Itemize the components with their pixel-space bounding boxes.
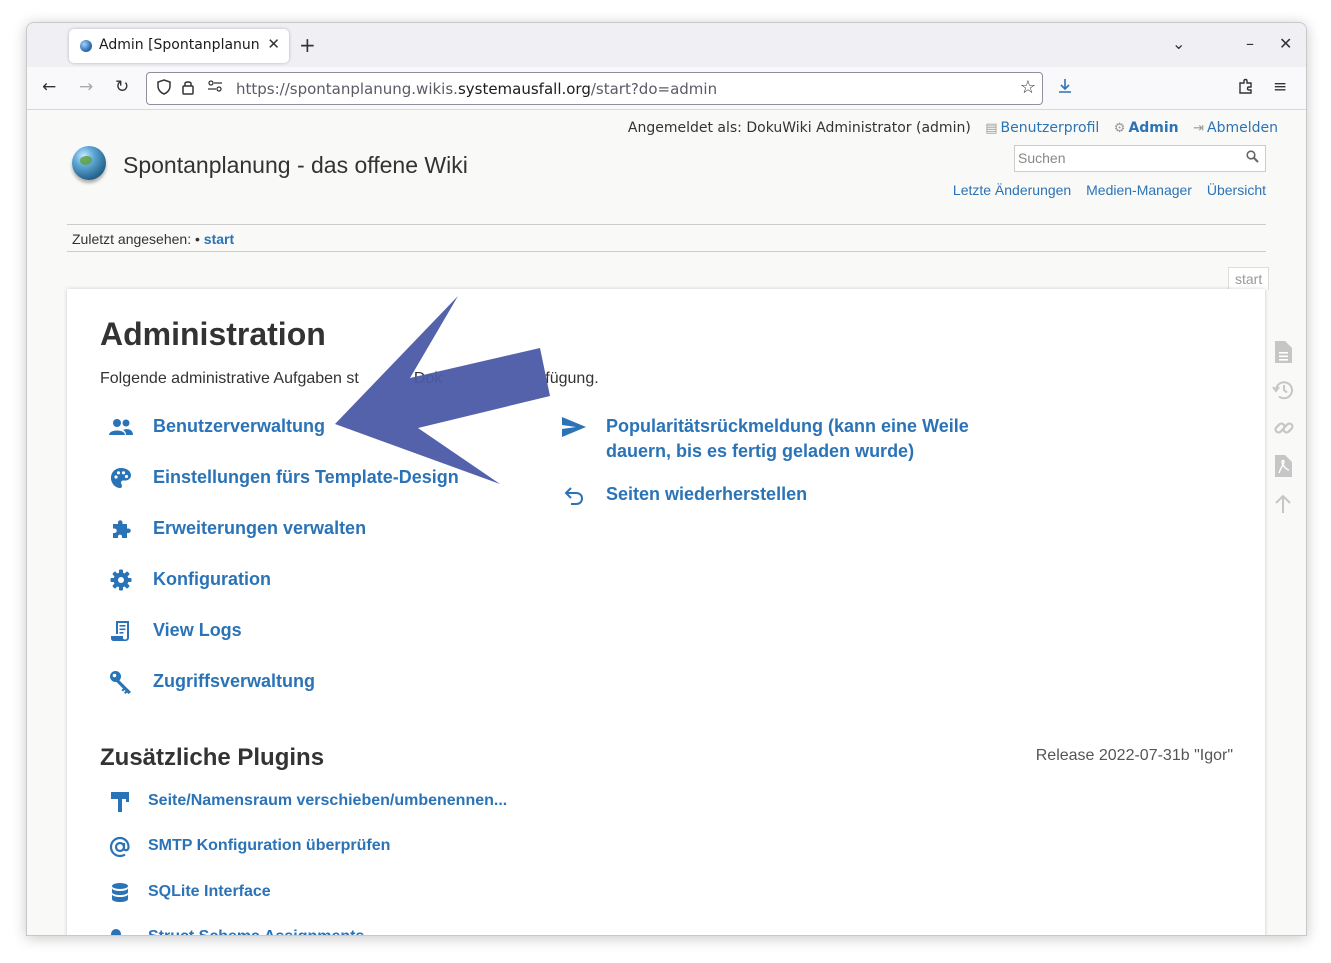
logout-link[interactable]: ⇥ Abmelden bbox=[1193, 120, 1278, 136]
export-pdf-icon[interactable] bbox=[1272, 454, 1298, 480]
search-input[interactable]: Suchen bbox=[1014, 145, 1266, 172]
profile-link[interactable]: ▤ Benutzerprofil bbox=[985, 120, 1099, 136]
extensions-icon[interactable] bbox=[1237, 77, 1255, 100]
admin-link[interactable]: ⚙ Admin bbox=[1114, 120, 1179, 136]
palette-icon bbox=[108, 465, 134, 490]
page-title: Administration bbox=[100, 316, 326, 352]
plugins-heading: Zusätzliche Plugins bbox=[100, 744, 325, 771]
page-content: Administration Folgende administrative A… bbox=[67, 289, 1265, 935]
move-icon bbox=[108, 790, 132, 814]
forward-icon[interactable]: → bbox=[79, 77, 93, 97]
bookmark-star-icon[interactable]: ☆ bbox=[1020, 77, 1036, 98]
search-placeholder: Suchen bbox=[1018, 150, 1066, 166]
backlinks-icon[interactable] bbox=[1272, 416, 1298, 442]
search-icon[interactable] bbox=[1246, 150, 1259, 166]
permissions-icon[interactable] bbox=[207, 79, 223, 97]
navigation-bar: ← → ↻ https://spontanplanung.wikis.syste… bbox=[27, 67, 1306, 110]
page-id: start bbox=[1228, 267, 1270, 290]
breadcrumb: Zuletzt angesehen: • start bbox=[72, 231, 235, 247]
key-icon bbox=[108, 669, 134, 694]
back-icon[interactable]: ← bbox=[42, 77, 56, 97]
puzzle-icon bbox=[108, 516, 134, 541]
lock-icon[interactable] bbox=[181, 79, 195, 99]
browser-tab[interactable]: Admin [Spontanplanung - das offene Wiki]… bbox=[69, 29, 289, 63]
url-text: https://spontanplanung.wikis.systemausfa… bbox=[236, 80, 718, 98]
old-revisions-icon[interactable] bbox=[1272, 378, 1298, 404]
favicon-icon bbox=[80, 40, 92, 52]
release-info: Release 2022-07-31b "Igor" bbox=[1035, 747, 1233, 764]
menu-icon[interactable]: ≡ bbox=[1273, 77, 1287, 97]
divider bbox=[67, 251, 1266, 252]
profile-icon: ▤ bbox=[985, 121, 998, 136]
url-bar[interactable]: https://spontanplanung.wikis.systemausfa… bbox=[146, 72, 1043, 105]
site-title[interactable]: Spontanplanung - das offene Wiki bbox=[123, 152, 468, 179]
reload-icon[interactable]: ↻ bbox=[115, 77, 129, 97]
divider bbox=[67, 224, 1266, 225]
annotation-arrow-icon bbox=[335, 296, 550, 484]
logged-in-text: Angemeldet als: DokuWiki Administrator (… bbox=[627, 120, 971, 136]
back-to-top-icon[interactable] bbox=[1272, 492, 1298, 518]
site-tools: Letzte Änderungen Medien-Manager Übersic… bbox=[942, 182, 1266, 198]
logout-icon: ⇥ bbox=[1193, 121, 1205, 136]
tab-bar: Admin [Spontanplanung - das offene Wiki]… bbox=[27, 23, 1306, 67]
sitemap-link[interactable]: Übersicht bbox=[1207, 182, 1266, 198]
new-tab-icon[interactable]: + bbox=[299, 33, 316, 57]
breadcrumb-link-start[interactable]: start bbox=[204, 231, 234, 247]
wiki-page: Angemeldet als: DokuWiki Administrator (… bbox=[27, 110, 1306, 935]
downloads-icon[interactable] bbox=[1057, 77, 1073, 100]
at-icon bbox=[108, 835, 132, 859]
gear-icon bbox=[108, 567, 134, 592]
tab-list-icon[interactable]: ⌄ bbox=[1172, 34, 1185, 53]
close-window-icon[interactable]: ✕ bbox=[1279, 34, 1292, 53]
log-icon bbox=[108, 618, 134, 643]
undo-icon bbox=[561, 482, 587, 507]
users-icon bbox=[108, 414, 134, 439]
struct-icon bbox=[108, 926, 132, 935]
recent-changes-link[interactable]: Letzte Änderungen bbox=[953, 182, 1071, 198]
send-icon bbox=[561, 414, 587, 439]
show-page-icon[interactable] bbox=[1272, 340, 1298, 366]
gear-icon: ⚙ bbox=[1113, 121, 1126, 136]
wiki-logo[interactable] bbox=[72, 146, 106, 180]
database-icon bbox=[108, 881, 132, 905]
minimize-icon[interactable]: – bbox=[1246, 34, 1254, 53]
close-tab-icon[interactable]: ✕ bbox=[267, 35, 280, 53]
user-bar: Angemeldet als: DokuWiki Administrator (… bbox=[628, 120, 1278, 136]
shield-icon[interactable] bbox=[156, 79, 172, 99]
media-manager-link[interactable]: Medien-Manager bbox=[1086, 182, 1192, 198]
browser-window: Admin [Spontanplanung - das offene Wiki]… bbox=[26, 22, 1307, 936]
tab-title: Admin [Spontanplanung - das offene Wiki] bbox=[99, 37, 259, 53]
